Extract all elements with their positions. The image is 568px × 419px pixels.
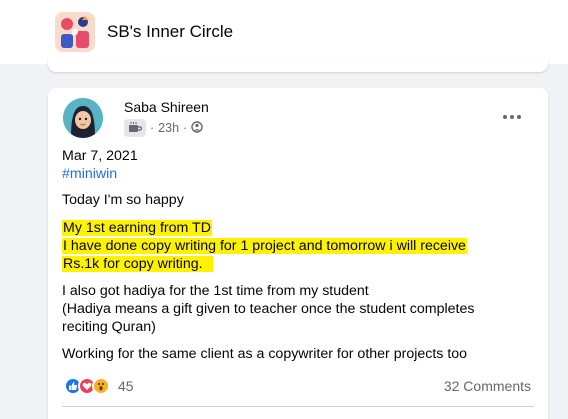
post-meta: · 23h · [124, 119, 203, 137]
post-body: Mar 7, 2021 #miniwin Today I'm so happy … [62, 147, 532, 363]
reactions-summary[interactable]: 45 [64, 376, 134, 396]
post-text: Today I'm so happy [62, 192, 184, 208]
hadiya-block: I also got hadiya for the 1st time from … [62, 282, 532, 336]
globe-icon[interactable] [191, 120, 203, 136]
hashtag-link[interactable]: #miniwin [62, 165, 532, 183]
separator-dot: · [150, 121, 155, 135]
post-date: Mar 7, 2021 [62, 148, 138, 164]
post-text: I also got hadiya for the 1st time from … [62, 283, 369, 299]
highlighted-line: Rs.1k for copy writing. [62, 256, 204, 272]
group-illustration-icon[interactable] [55, 12, 95, 52]
highlighted-line: I have done copy writing for 1 project a… [62, 238, 467, 254]
more-options-icon[interactable] [500, 105, 524, 129]
highlighted-line: My 1st earning from TD [62, 220, 212, 236]
comments-link[interactable]: 32 Comments [444, 378, 531, 394]
post-text: Working for the same client as a copywri… [62, 346, 468, 362]
reaction-count[interactable]: 45 [118, 378, 134, 394]
highlighted-block: My 1st earning from TD I have done copy … [62, 219, 532, 273]
previous-post-card-edge [48, 58, 548, 72]
author-name[interactable]: Saba Shireen [124, 99, 209, 115]
hijab-avatar-icon[interactable] [63, 98, 103, 138]
wow-icon [92, 377, 110, 395]
post-card: Saba Shireen · 23h · Mar 7, 2021 #miniwi… [48, 88, 548, 419]
post-text: (Hadiya means a gift given to teacher on… [62, 301, 475, 317]
post-text: reciting Quran) [62, 319, 156, 335]
separator-dot: · [183, 121, 188, 135]
post-time[interactable]: 23h [158, 121, 179, 135]
group-name[interactable]: SB's Inner Circle [107, 22, 233, 42]
group-header: SB's Inner Circle [0, 0, 568, 64]
divider [62, 406, 534, 407]
coffee-cup-icon[interactable] [124, 119, 146, 137]
